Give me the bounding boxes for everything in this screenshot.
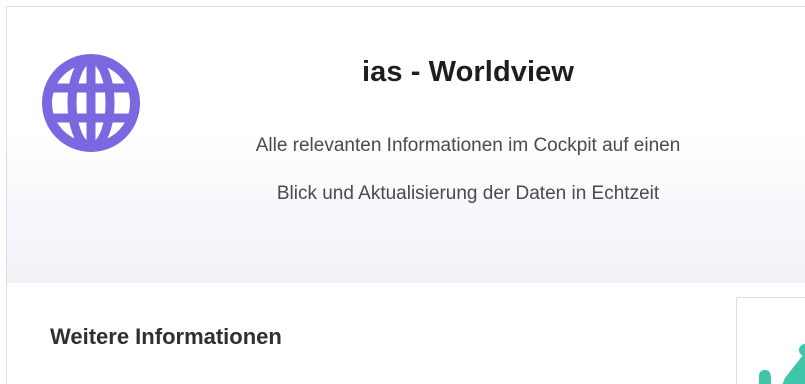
subtitle-line-2: Blick und Aktualisierung der Daten in Ec…	[276, 183, 660, 204]
globe-icon	[40, 52, 142, 154]
section-heading: Weitere Informationen	[50, 324, 282, 349]
subtitle-line-1: Alle relevanten Informationen im Cockpit…	[255, 135, 681, 156]
page-title: ias - Worldview	[361, 56, 575, 88]
app-card: ias - Worldview Alle relevanten Informat…	[6, 6, 805, 384]
side-card[interactable]	[736, 297, 805, 384]
card-header: ias - Worldview Alle relevanten Informat…	[7, 7, 805, 283]
chart-icon	[759, 344, 805, 384]
